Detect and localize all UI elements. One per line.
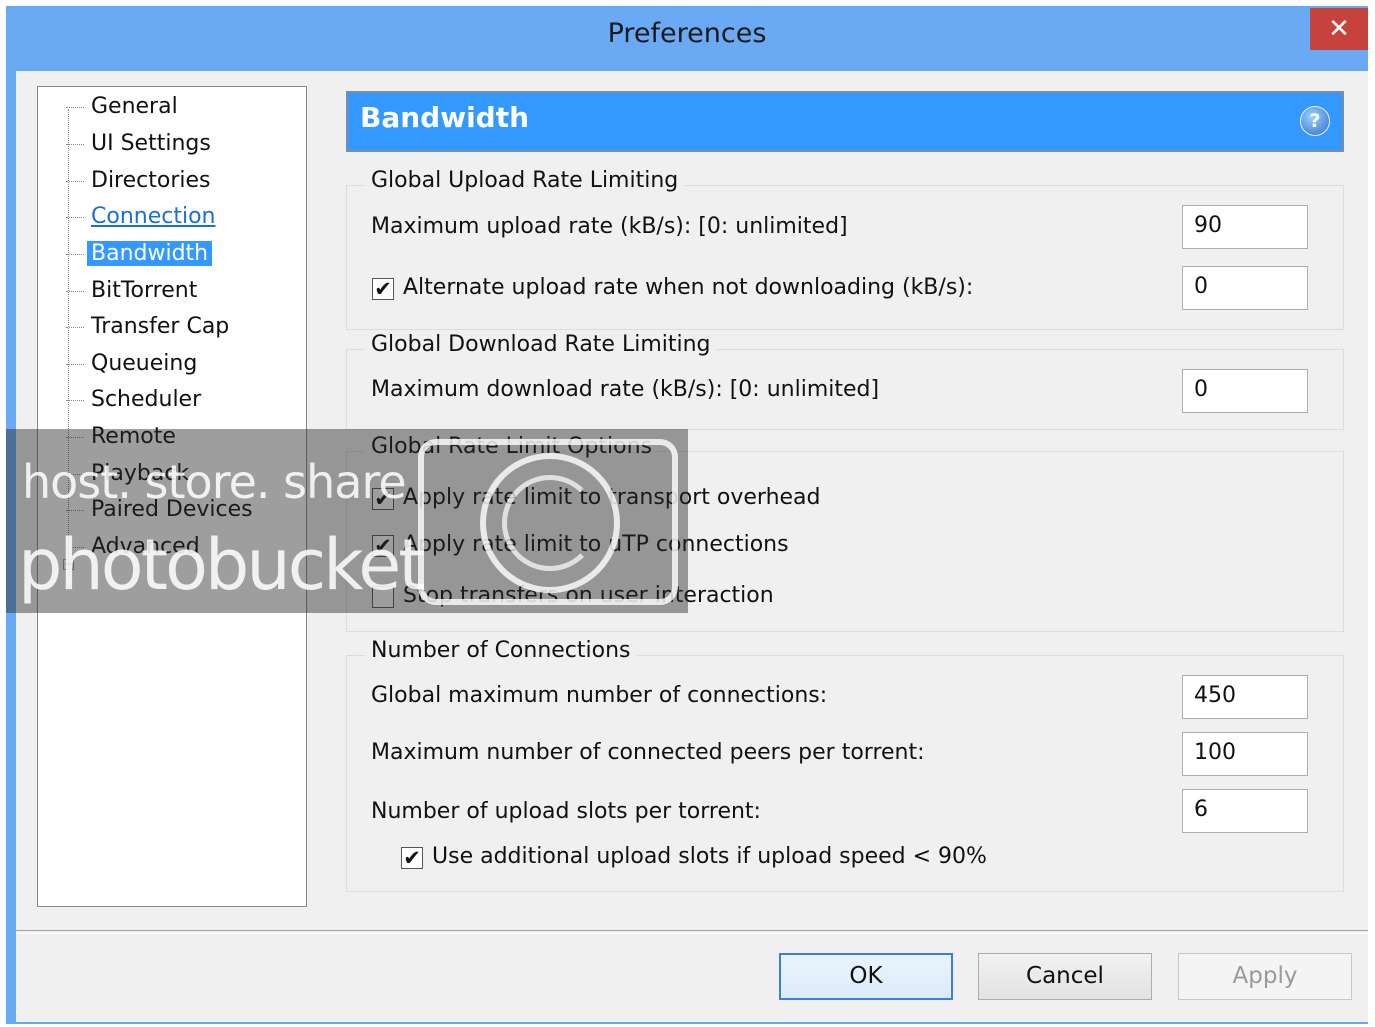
- alt-upload-checkbox[interactable]: ✔: [372, 278, 394, 300]
- peers-per-torrent-label: Maximum number of connected peers per to…: [371, 740, 925, 765]
- watermark-brand: photobucket: [18, 524, 426, 606]
- additional-slots-label[interactable]: Use additional upload slots if upload sp…: [432, 844, 987, 869]
- tree-item-general[interactable]: General: [66, 92, 182, 122]
- tree-item-queueing[interactable]: Queueing: [66, 349, 201, 379]
- max-upload-label: Maximum upload rate (kB/s): [0: unlimite…: [371, 214, 848, 239]
- watermark-logo-icon: [418, 439, 678, 605]
- close-button[interactable]: ✕: [1310, 8, 1368, 50]
- upload-group-title: Global Upload Rate Limiting: [365, 168, 685, 193]
- alt-upload-label[interactable]: Alternate upload rate when not downloadi…: [403, 275, 973, 300]
- tree-item-directories[interactable]: Directories: [66, 166, 215, 196]
- photobucket-watermark: host. store. share photobucket: [6, 429, 688, 613]
- global-connections-label: Global maximum number of connections:: [371, 683, 828, 708]
- tree-item-ui-settings[interactable]: UI Settings: [66, 129, 215, 159]
- watermark-tagline: host. store. share: [22, 455, 407, 509]
- max-download-label: Maximum download rate (kB/s): [0: unlimi…: [371, 377, 880, 402]
- tree-item-connection[interactable]: Connection: [66, 202, 219, 232]
- alt-upload-field[interactable]: 0: [1182, 266, 1308, 310]
- global-connections-field[interactable]: 450: [1182, 675, 1308, 719]
- apply-button[interactable]: Apply: [1178, 953, 1352, 1000]
- ok-button[interactable]: OK: [779, 953, 953, 1000]
- additional-slots-checkbox[interactable]: ✔: [401, 847, 423, 869]
- peers-per-torrent-field[interactable]: 100: [1182, 732, 1308, 776]
- tree-item-bandwidth[interactable]: Bandwidth: [66, 239, 213, 269]
- window-title: Preferences: [607, 18, 767, 49]
- tree-item-transfer-cap[interactable]: Transfer Cap: [66, 312, 233, 342]
- upload-slots-field[interactable]: 6: [1182, 789, 1308, 833]
- download-group-title: Global Download Rate Limiting: [365, 332, 717, 357]
- title-bar[interactable]: Preferences ✕: [6, 6, 1368, 68]
- upload-slots-label: Number of upload slots per torrent:: [371, 799, 761, 824]
- section-title: Bandwidth: [360, 101, 530, 134]
- connections-group-title: Number of Connections: [365, 638, 637, 663]
- section-header: Bandwidth ?: [346, 91, 1344, 152]
- help-icon[interactable]: ?: [1300, 106, 1330, 136]
- footer-separator: [16, 930, 1368, 934]
- tree-item-bittorrent[interactable]: BitTorrent: [66, 276, 201, 306]
- max-download-field[interactable]: 0: [1182, 369, 1308, 413]
- cancel-button[interactable]: Cancel: [978, 953, 1152, 1000]
- tree-item-scheduler[interactable]: Scheduler: [66, 385, 205, 415]
- max-upload-field[interactable]: 90: [1182, 205, 1308, 249]
